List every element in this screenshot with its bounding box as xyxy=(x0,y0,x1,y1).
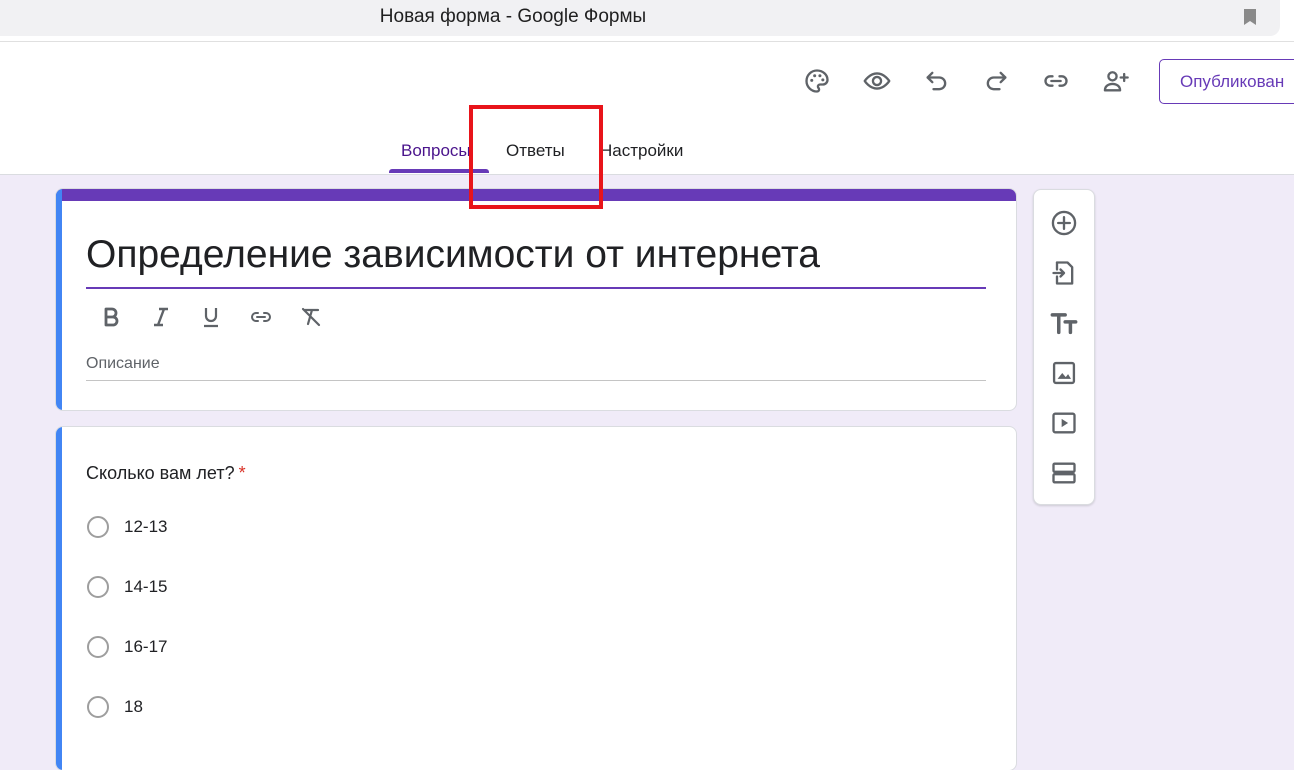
question-title: Сколько вам лет? * xyxy=(86,463,246,484)
italic-icon[interactable] xyxy=(146,302,176,332)
annotation-highlight-box xyxy=(469,105,603,209)
eye-icon[interactable] xyxy=(860,64,894,98)
import-questions-icon[interactable] xyxy=(1049,258,1079,288)
palette-icon[interactable] xyxy=(800,64,834,98)
required-asterisk: * xyxy=(238,463,246,483)
radio-option[interactable]: 16-17 xyxy=(87,634,167,660)
question-text: Сколько вам лет? xyxy=(86,463,235,483)
insert-link-icon[interactable] xyxy=(246,302,276,332)
link-icon[interactable] xyxy=(1039,64,1073,98)
header-divider xyxy=(0,41,1294,42)
bold-icon[interactable] xyxy=(96,302,126,332)
description-field[interactable]: Описание xyxy=(86,355,160,373)
title-underline xyxy=(86,287,986,289)
option-label: 18 xyxy=(124,697,143,716)
undo-icon[interactable] xyxy=(920,64,954,98)
radio-button[interactable] xyxy=(87,696,109,718)
option-label: 16-17 xyxy=(124,637,168,656)
redo-icon[interactable] xyxy=(979,64,1013,98)
window-title: Новая форма - Google Формы xyxy=(379,6,647,27)
add-person-icon[interactable] xyxy=(1099,64,1133,98)
form-title-card[interactable]: Определение зависимости от интернета Опи… xyxy=(55,188,1017,411)
tab-questions[interactable]: Вопросы xyxy=(401,141,471,161)
form-title[interactable]: Определение зависимости от интернета xyxy=(86,233,820,277)
add-question-icon[interactable] xyxy=(1049,208,1079,238)
description-underline xyxy=(86,380,986,381)
side-toolbar xyxy=(1033,189,1095,505)
focus-indicator-bar xyxy=(56,189,62,410)
option-label: 14-15 xyxy=(124,577,168,596)
add-section-icon[interactable] xyxy=(1049,458,1079,488)
radio-button[interactable] xyxy=(87,516,109,538)
radio-button[interactable] xyxy=(87,636,109,658)
add-video-icon[interactable] xyxy=(1049,408,1079,438)
publish-button[interactable]: Опубликован xyxy=(1159,59,1294,104)
radio-button[interactable] xyxy=(87,576,109,598)
radio-option[interactable]: 18 xyxy=(87,694,143,720)
option-label: 12-13 xyxy=(124,517,168,536)
bookmark-icon[interactable] xyxy=(1243,8,1257,26)
underline-icon[interactable] xyxy=(196,302,226,332)
tab-settings[interactable]: Настройки xyxy=(600,141,683,161)
clear-format-icon[interactable] xyxy=(296,302,326,332)
radio-option[interactable]: 14-15 xyxy=(87,574,167,600)
question-indicator-bar xyxy=(56,427,62,770)
browser-titlebar: Новая форма - Google Формы xyxy=(0,0,1280,36)
radio-option[interactable]: 12-13 xyxy=(87,514,167,540)
question-card[interactable]: Сколько вам лет? * 12-13 14-15 16-17 18 xyxy=(55,426,1017,770)
add-image-icon[interactable] xyxy=(1049,358,1079,388)
add-title-icon[interactable] xyxy=(1049,308,1079,338)
